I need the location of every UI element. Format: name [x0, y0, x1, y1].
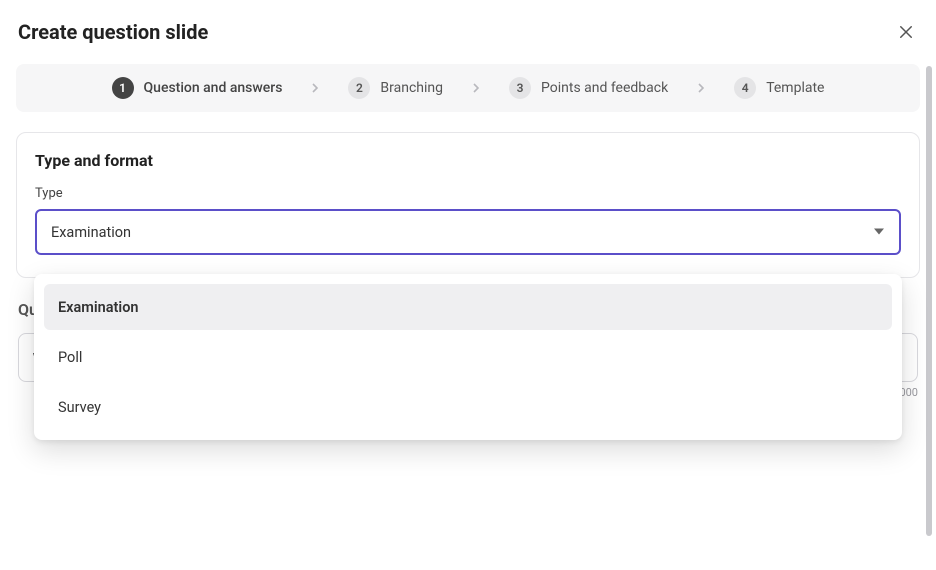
type-dropdown: Examination Poll Survey [34, 274, 902, 440]
scrollbar-thumb[interactable] [926, 66, 932, 536]
close-button[interactable] [894, 20, 918, 44]
step-label: Question and answers [144, 80, 283, 96]
modal-header: Create question slide [16, 20, 920, 44]
step-number: 4 [734, 77, 756, 99]
chevron-right-icon [471, 83, 481, 93]
type-select-value: Examination [51, 224, 131, 241]
step-1[interactable]: 1 Question and answers [112, 77, 283, 99]
type-format-card: Type and format Type Examination [16, 132, 920, 278]
step-3[interactable]: 3 Points and feedback [509, 77, 668, 99]
create-question-modal: Create question slide 1 Question and ans… [0, 0, 936, 570]
chevron-right-icon [696, 83, 706, 93]
modal-title: Create question slide [18, 20, 208, 44]
step-4[interactable]: 4 Template [734, 77, 824, 99]
step-2[interactable]: 2 Branching [348, 77, 443, 99]
step-number: 2 [348, 77, 370, 99]
close-icon [897, 23, 915, 41]
step-number: 3 [509, 77, 531, 99]
step-label: Template [766, 80, 824, 96]
step-label: Points and feedback [541, 80, 668, 96]
type-select[interactable]: Examination [35, 209, 901, 255]
type-option-examination[interactable]: Examination [44, 284, 892, 330]
type-option-survey[interactable]: Survey [44, 384, 892, 430]
caret-down-icon [873, 223, 885, 242]
type-label: Type [35, 186, 901, 201]
chevron-right-icon [310, 83, 320, 93]
type-option-poll[interactable]: Poll [44, 334, 892, 380]
step-label: Branching [380, 80, 443, 96]
card-title: Type and format [35, 151, 901, 170]
step-number: 1 [112, 77, 134, 99]
stepper: 1 Question and answers 2 Branching 3 Poi… [16, 64, 920, 112]
